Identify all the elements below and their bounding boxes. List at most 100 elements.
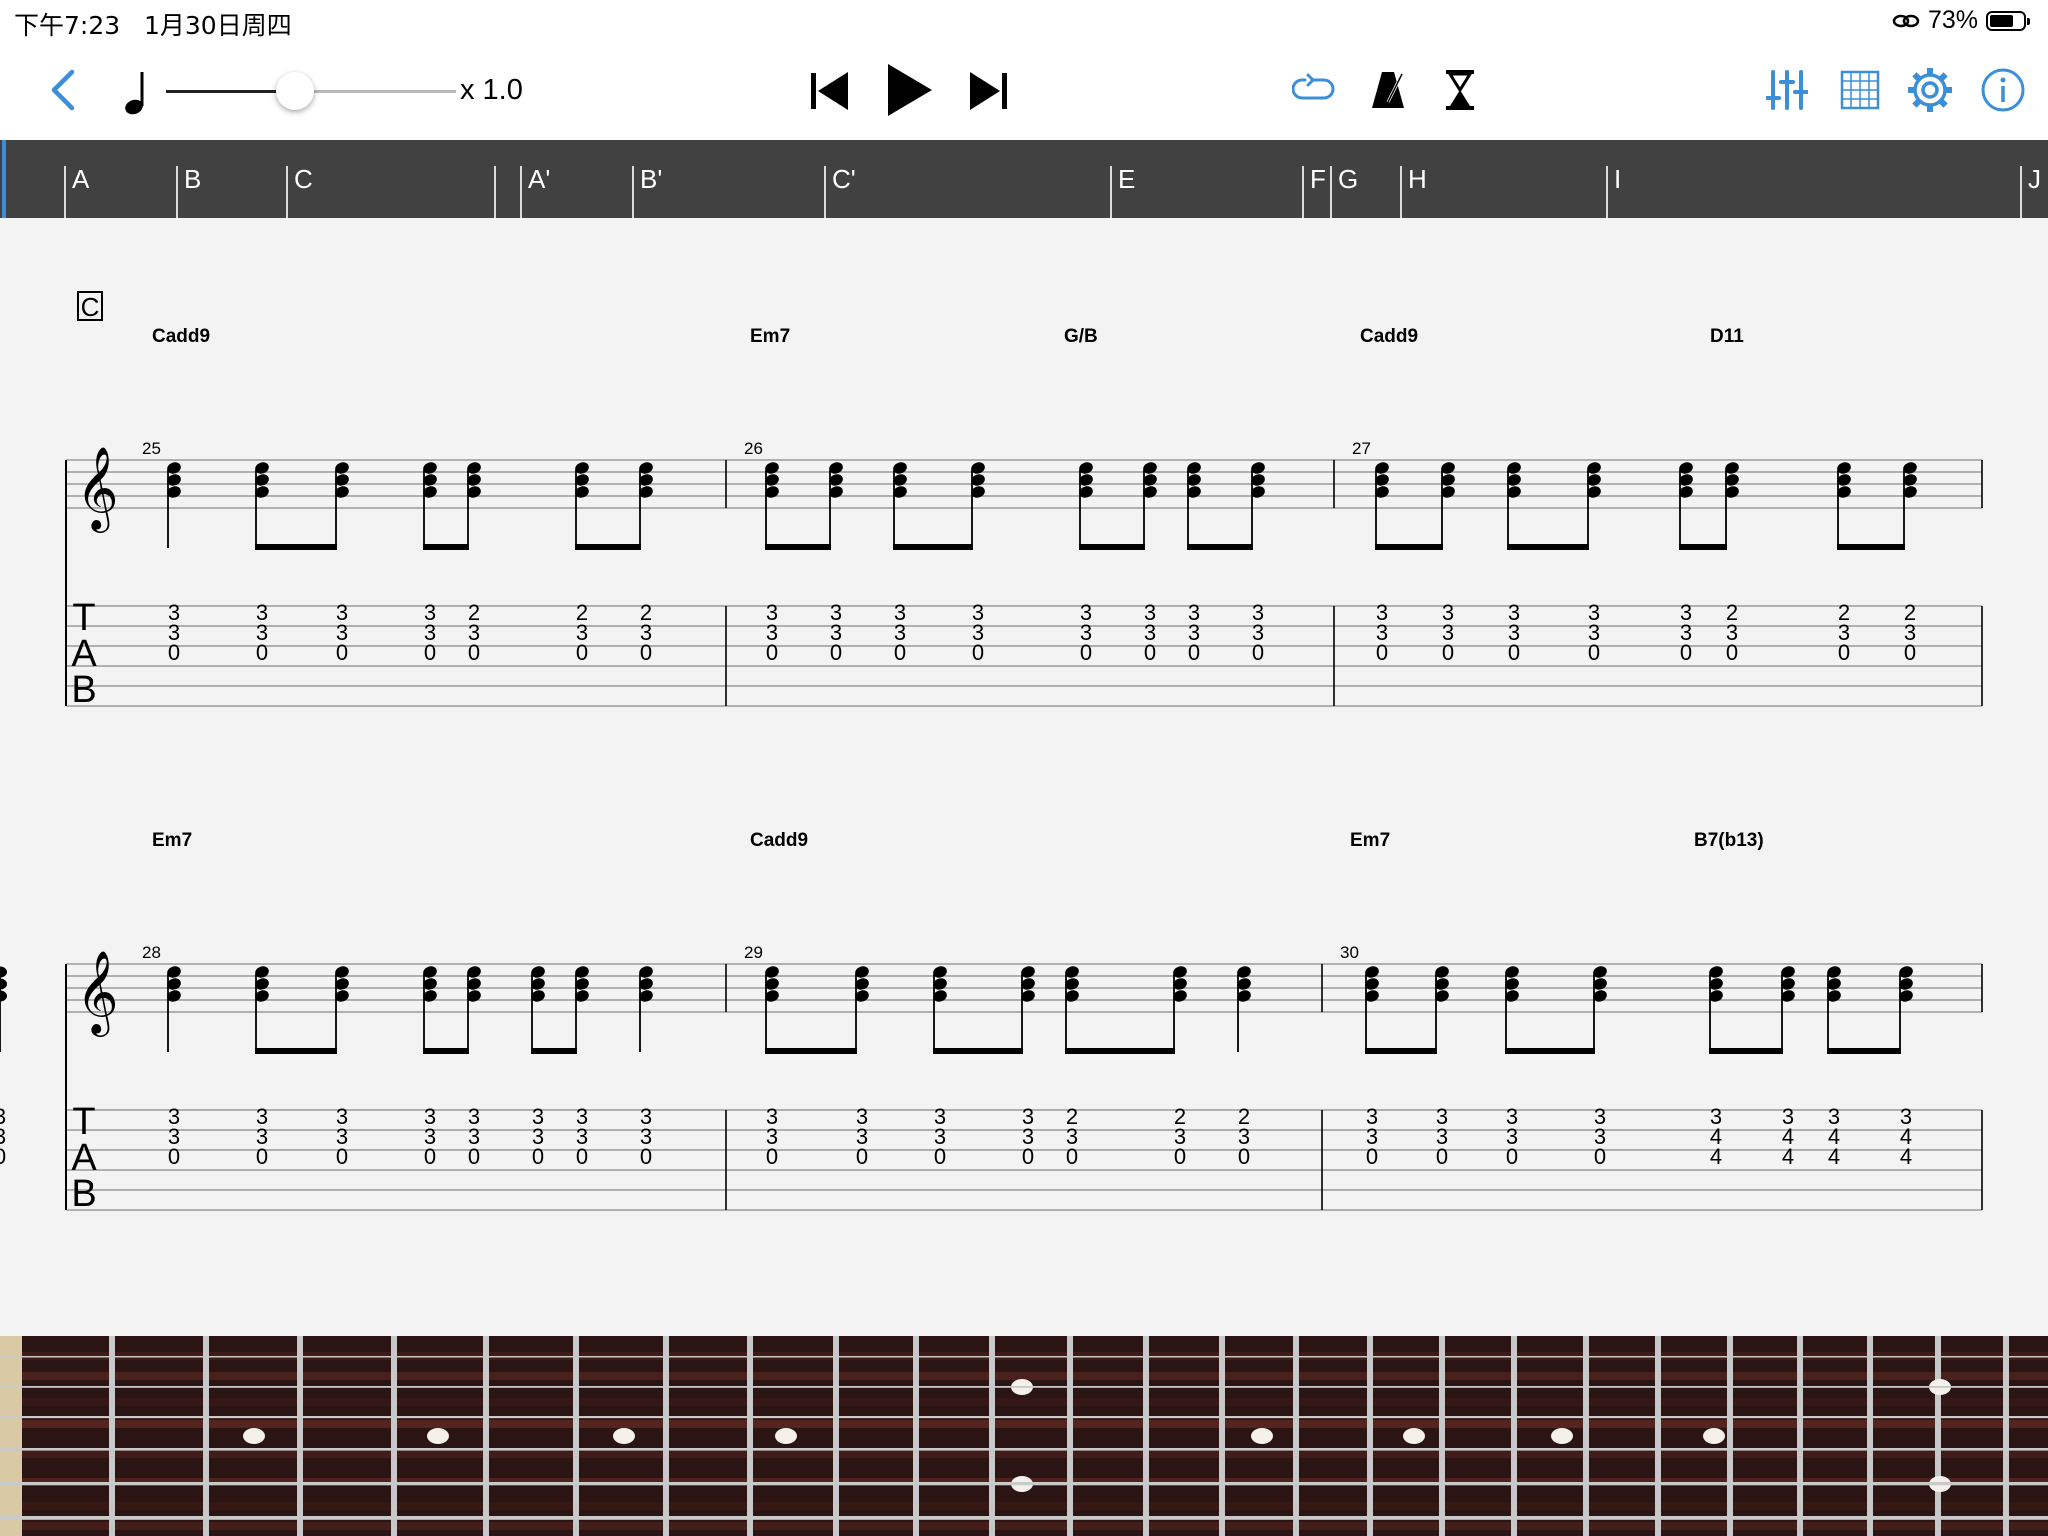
inlay-dot (427, 1428, 449, 1444)
link-icon (1892, 14, 1920, 27)
metronome-icon[interactable] (1370, 68, 1406, 112)
chord-name: Em7 (750, 326, 790, 347)
inlay-dot (243, 1428, 265, 1444)
tab-fret-number: 0 (1904, 640, 1916, 665)
section-marker[interactable]: B' (632, 166, 824, 218)
chord-name: B7(b13) (1694, 830, 1764, 851)
guitar-string (0, 1448, 2048, 1451)
status-time: 下午7:23 1月30日周四 (14, 6, 292, 42)
chord-name: Em7 (1350, 830, 1390, 851)
tab-fret-number: 0 (1508, 640, 1520, 665)
fret-wire (109, 1336, 115, 1536)
note-beam (1679, 544, 1727, 550)
note-beam (1505, 1048, 1595, 1054)
tab-fret-number: 0 (1436, 1144, 1448, 1169)
skip-forward-button[interactable] (966, 68, 1010, 114)
battery-icon (1986, 10, 2030, 31)
back-button[interactable] (44, 68, 84, 112)
note-beam (1079, 544, 1145, 550)
toolbar: x 1.0 (0, 40, 2048, 140)
tab-fret-number: 0 (256, 640, 268, 665)
guitar-string (0, 1482, 2048, 1486)
tab-fret-number: 0 (424, 1144, 436, 1169)
gear-icon[interactable] (1906, 66, 1954, 114)
measure-number: 30 (1340, 943, 1359, 962)
tempo-slider-thumb[interactable] (276, 72, 314, 110)
measure-number: 25 (142, 439, 161, 458)
fret-wire (1511, 1336, 1517, 1536)
quarter-note-icon (125, 72, 144, 115)
fretboard-grid-icon[interactable] (1840, 68, 1880, 112)
note-beam (1837, 544, 1905, 550)
tab-fret-number: 0 (1588, 640, 1600, 665)
note-beam (575, 544, 641, 550)
guitar-string (0, 1516, 2048, 1520)
tab-fret-number: 0 (1838, 640, 1850, 665)
note-beam (933, 1048, 1023, 1054)
fret-wire (1727, 1336, 1733, 1536)
section-marker[interactable]: C (286, 166, 520, 218)
note-beam (531, 1048, 577, 1054)
tab-fret-number: 0 (576, 640, 588, 665)
tab-fret-number: 0 (856, 1144, 868, 1169)
hourglass-icon[interactable] (1444, 68, 1476, 112)
tab-fret-number: 0 (1188, 640, 1200, 665)
tab-fret-number: 0 (256, 1144, 268, 1169)
status-clock: 下午7:23 (14, 11, 121, 40)
loop-icon[interactable] (1292, 72, 1336, 108)
tab-fret-number: 0 (168, 1144, 180, 1169)
note-head (0, 966, 7, 978)
wood-grain (0, 1398, 2048, 1406)
section-marker[interactable]: A' (520, 166, 632, 218)
section-marker[interactable]: B (176, 166, 286, 218)
status-right: 73% (1892, 6, 2030, 35)
skip-back-button[interactable] (808, 68, 852, 114)
note-beam (1709, 1048, 1783, 1054)
inlay-dot (613, 1428, 635, 1444)
fret-wire (1583, 1336, 1589, 1536)
chord-name: Cadd9 (1360, 326, 1418, 347)
tab-fret-number: 0 (1376, 640, 1388, 665)
mixer-icon[interactable] (1766, 68, 1808, 112)
note-beam (1187, 544, 1253, 550)
measure-number: 29 (744, 943, 763, 962)
tab-fret-number: 0 (1366, 1144, 1378, 1169)
tab-fret-number: 0 (934, 1144, 946, 1169)
tab-fret-number: 4 (1900, 1144, 1912, 1169)
fret-wire (1293, 1336, 1299, 1536)
tab-fret-number: 0 (972, 640, 984, 665)
wood-grain (0, 1450, 2048, 1458)
note-beam (1827, 1048, 1901, 1054)
tab-clef-letter: B (71, 669, 96, 711)
note-beam (893, 544, 973, 550)
chord-name: Em7 (152, 830, 192, 851)
section-marker[interactable]: C' (824, 166, 1110, 218)
fret-wire (1797, 1336, 1803, 1536)
wood-grain (0, 1502, 2048, 1510)
chord-name: Cadd9 (750, 830, 808, 851)
note-beam (1507, 544, 1589, 550)
tab-fret-number: 0 (766, 1144, 778, 1169)
section-marker[interactable]: A (64, 166, 176, 218)
section-marker[interactable]: G (1330, 166, 1400, 218)
info-icon[interactable] (1980, 66, 2026, 114)
rehearsal-mark: C (81, 292, 100, 322)
fret-wire (833, 1336, 839, 1536)
wood-grain (0, 1420, 2048, 1428)
tab-fret-number: 0 (1506, 1144, 1518, 1169)
section-marker[interactable]: J (2020, 166, 2048, 218)
fret-wire (913, 1336, 919, 1536)
play-button[interactable] (884, 60, 934, 120)
guitar-string (0, 1356, 2048, 1358)
section-marker[interactable]: F (1302, 166, 1330, 218)
fret-wire (483, 1336, 489, 1536)
tab-fret-number: 4 (1828, 1144, 1840, 1169)
fret-wire (203, 1336, 209, 1536)
tab-fret-number: 0 (532, 1144, 544, 1169)
section-marker[interactable]: E (1110, 166, 1302, 218)
tab-fret-number: 0 (1680, 640, 1692, 665)
section-marker[interactable]: H (1400, 166, 1606, 218)
chord-name: D11 (1710, 326, 1744, 347)
section-marker[interactable]: I (1606, 166, 2020, 218)
tab-fret-number: 0 (1238, 1144, 1250, 1169)
